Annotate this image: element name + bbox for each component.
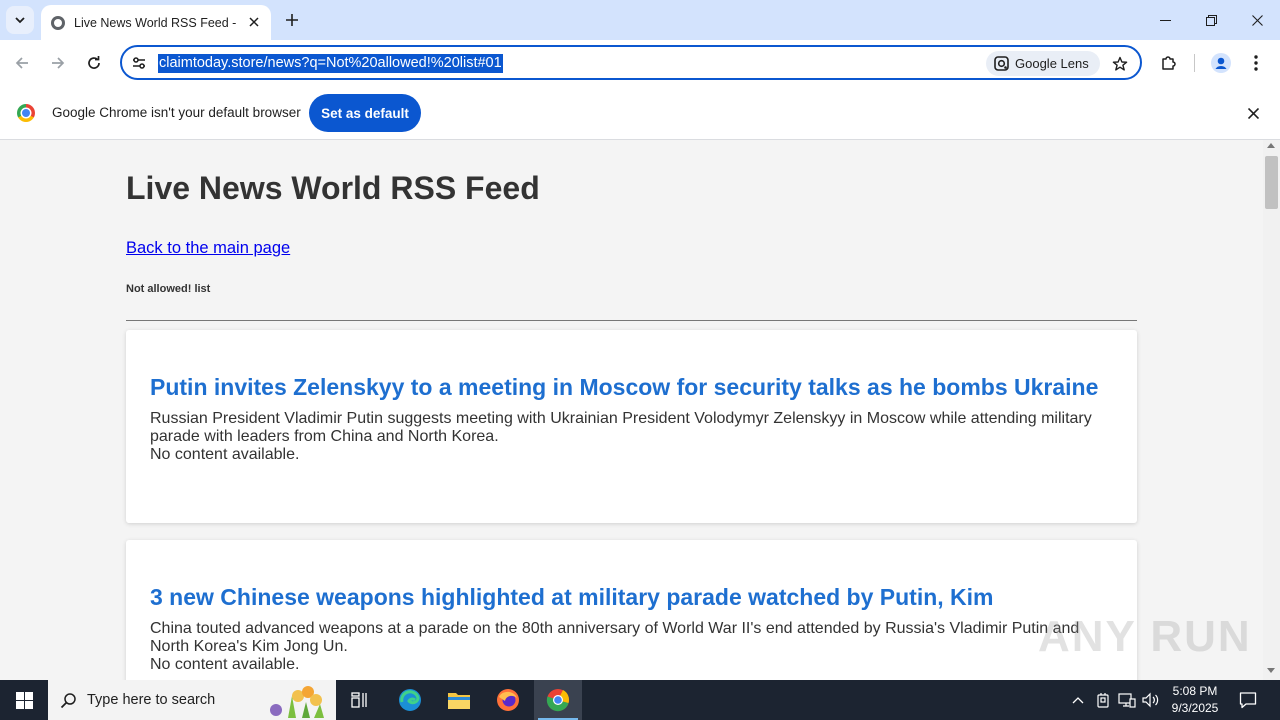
start-button[interactable] (0, 680, 48, 720)
star-icon (1112, 56, 1128, 71)
article-description: China touted advanced weapons at a parad… (150, 620, 1113, 674)
notifications-button[interactable] (1236, 688, 1260, 712)
globe-icon (51, 15, 65, 30)
browser-toolbar: claimtoday.store/news?q=Not%20allowed!%2… (0, 40, 1280, 86)
search-icon (60, 692, 76, 708)
firefox-icon (497, 689, 519, 711)
lens-icon (994, 56, 1009, 71)
restore-icon (1205, 14, 1217, 26)
feed-subtitle: Not allowed! list (126, 283, 211, 295)
chrome-logo-icon (17, 104, 35, 122)
profile-button[interactable] (1207, 49, 1235, 77)
close-window-button[interactable] (1234, 0, 1280, 40)
article-card: 3 new Chinese weapons highlighted at mil… (126, 540, 1137, 680)
article-title[interactable]: Putin invites Zelenskyy to a meeting in … (150, 373, 1113, 401)
network-icon (1118, 693, 1136, 708)
tune-icon (133, 57, 145, 69)
plus-icon (286, 14, 298, 26)
chrome-icon (546, 689, 569, 712)
page-viewport: Live News World RSS Feed Back to the mai… (0, 140, 1263, 680)
tab-close-button[interactable] (245, 13, 263, 31)
article-content: No content available. (150, 446, 300, 463)
taskbar-search-box[interactable]: Type here to search (48, 680, 336, 720)
more-vert-icon (1254, 55, 1258, 71)
divider (126, 320, 1137, 321)
page-title: Live News World RSS Feed (126, 170, 540, 206)
windows-logo-icon (15, 691, 33, 709)
volume-button[interactable] (1141, 690, 1161, 710)
extensions-button[interactable] (1155, 49, 1183, 77)
speaker-icon (1142, 692, 1159, 708)
article-summary: China touted advanced weapons at a parad… (150, 620, 1080, 655)
close-icon (1247, 107, 1259, 119)
minimize-button[interactable] (1142, 0, 1188, 40)
tray-device-button[interactable] (1093, 690, 1113, 710)
new-tab-button[interactable] (280, 8, 304, 32)
close-icon (249, 17, 259, 27)
clock-date: 9/3/2025 (1171, 701, 1219, 715)
puzzle-icon (1162, 56, 1176, 70)
edge-icon (399, 689, 421, 711)
bookmark-button[interactable] (1108, 52, 1132, 76)
infobar-message: Google Chrome isn't your default browser (52, 105, 301, 120)
back-to-main-link[interactable]: Back to the main page (126, 239, 290, 258)
network-button[interactable] (1117, 690, 1137, 710)
search-placeholder: Type here to search (87, 692, 216, 708)
toolbar-divider (1194, 54, 1195, 72)
task-view-button[interactable] (336, 680, 384, 720)
taskbar-clock[interactable]: 5:08 PM 9/3/2025 (1168, 683, 1222, 717)
close-icon (1251, 14, 1263, 26)
article-summary: Russian President Vladimir Putin suggest… (150, 410, 1092, 445)
folder-icon (448, 693, 470, 709)
default-browser-infobar: Google Chrome isn't your default browser… (0, 86, 1280, 140)
article-description: Russian President Vladimir Putin suggest… (150, 410, 1113, 464)
show-hidden-icons-button[interactable] (1068, 690, 1088, 710)
article-content: No content available. (150, 656, 300, 673)
arrow-right-icon (52, 57, 65, 69)
taskbar-edge[interactable] (386, 680, 434, 720)
google-lens-label: Google Lens (1015, 56, 1089, 71)
scroll-down-arrow-icon[interactable] (1267, 668, 1275, 673)
infobar-close-button[interactable] (1243, 103, 1263, 123)
google-lens-button[interactable]: Google Lens (986, 51, 1100, 76)
tab-title: Live News World RSS Feed - do (74, 15, 239, 30)
windows-taskbar: Type here to search 5:08 PM 9/3/2025 (0, 680, 1280, 720)
url-text[interactable]: claimtoday.store/news?q=Not%20allowed!%2… (158, 54, 503, 73)
task-view-icon (351, 692, 367, 708)
clock-time: 5:08 PM (1172, 684, 1218, 698)
reload-button[interactable] (80, 49, 108, 77)
notification-icon (1239, 692, 1257, 709)
menu-button[interactable] (1242, 49, 1270, 77)
avatar-icon (1211, 53, 1231, 73)
taskbar-firefox[interactable] (484, 680, 532, 720)
scrollbar-thumb[interactable] (1265, 156, 1278, 209)
taskbar-file-explorer[interactable] (435, 680, 483, 720)
taskbar-chrome[interactable] (534, 680, 582, 720)
minimize-icon (1159, 19, 1171, 21)
anyrun-watermark: ANY RUN (1038, 612, 1252, 661)
restore-button[interactable] (1188, 0, 1234, 40)
tab-search-button[interactable] (6, 6, 34, 34)
article-title[interactable]: 3 new Chinese weapons highlighted at mil… (150, 583, 1113, 611)
arrow-left-icon (15, 57, 28, 69)
back-button[interactable] (8, 49, 36, 77)
chevron-up-icon (1072, 697, 1084, 704)
site-info-icon[interactable] (130, 54, 148, 72)
active-tab[interactable]: Live News World RSS Feed - do (41, 5, 271, 40)
tab-strip: Live News World RSS Feed - do (0, 0, 1280, 40)
page-scrollbar[interactable] (1263, 140, 1280, 680)
address-bar[interactable]: claimtoday.store/news?q=Not%20allowed!%2… (120, 45, 1142, 80)
reload-icon (88, 56, 100, 69)
forward-button[interactable] (44, 49, 72, 77)
scroll-up-arrow-icon[interactable] (1267, 143, 1275, 148)
chevron-down-icon (15, 17, 25, 24)
search-highlight-illustration-icon (270, 686, 324, 718)
article-card: Putin invites Zelenskyy to a meeting in … (126, 330, 1137, 523)
set-default-button[interactable]: Set as default (309, 94, 421, 132)
device-icon (1097, 693, 1109, 708)
